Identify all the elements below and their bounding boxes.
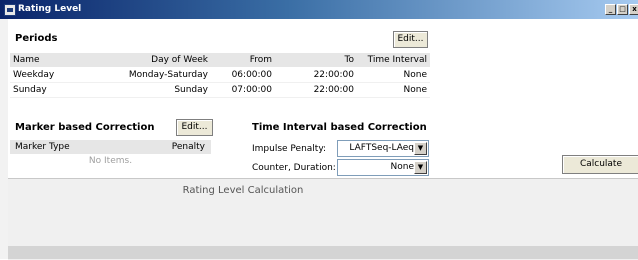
counter-duration-value: None xyxy=(390,162,414,172)
row-from: 07:00:00 xyxy=(231,85,272,95)
minimize-button[interactable]: _ xyxy=(605,4,616,15)
marker-empty-text: No Items. xyxy=(88,156,133,166)
chevron-down-icon[interactable]: ▼ xyxy=(414,161,427,174)
row-from: 06:00:00 xyxy=(231,70,272,80)
counter-duration-select[interactable]: None ▼ xyxy=(337,159,429,176)
calculate-button[interactable]: Calculate xyxy=(562,155,638,174)
marker-edit-button[interactable]: Edit... xyxy=(176,119,213,136)
impulse-penalty-value: LAFTSeq-LAeq xyxy=(349,143,414,153)
chevron-down-icon[interactable]: ▼ xyxy=(414,142,427,155)
column-header-time-interval[interactable]: Time Interval xyxy=(368,55,427,65)
marker-correction-heading: Marker based Correction xyxy=(15,122,155,133)
title-bar: Rating Level _ □ x xyxy=(0,0,638,19)
close-button[interactable]: x xyxy=(629,4,638,15)
window-title: Rating Level xyxy=(18,4,82,14)
column-header-penalty[interactable]: Penalty xyxy=(172,142,205,152)
status-strip xyxy=(8,246,638,259)
maximize-button[interactable]: □ xyxy=(617,4,628,15)
row-to: 22:00:00 xyxy=(313,70,354,80)
time-interval-correction-heading: Time Interval based Correction xyxy=(252,122,427,133)
row-name: Weekday xyxy=(13,70,55,80)
window-left-edge xyxy=(0,19,8,259)
column-header-from[interactable]: From xyxy=(250,55,272,65)
app-icon xyxy=(4,4,16,16)
calculation-title: Rating Level Calculation xyxy=(182,185,304,196)
impulse-penalty-select[interactable]: LAFTSeq-LAeq ▼ xyxy=(337,140,429,157)
periods-edit-button[interactable]: Edit... xyxy=(393,31,428,48)
table-row[interactable]: Weekday Monday-Saturday 06:00:00 22:00:0… xyxy=(10,68,430,83)
column-header-to[interactable]: To xyxy=(345,55,354,65)
periods-heading: Periods xyxy=(15,33,58,44)
periods-table-header: Name Day of Week From To Time Interval xyxy=(10,53,430,67)
row-name: Sunday xyxy=(13,85,47,95)
row-day-of-week: Sunday xyxy=(174,85,208,95)
row-time-interval: None xyxy=(403,85,427,95)
impulse-penalty-label: Impulse Penalty: xyxy=(252,144,327,154)
row-time-interval: None xyxy=(403,70,427,80)
table-row[interactable]: Sunday Sunday 07:00:00 22:00:00 None xyxy=(10,83,430,98)
counter-duration-label: Counter, Duration: xyxy=(252,163,336,173)
column-header-marker-type[interactable]: Marker Type xyxy=(15,142,70,152)
column-header-day-of-week[interactable]: Day of Week xyxy=(151,55,208,65)
marker-table-header: Marker Type Penalty xyxy=(10,140,211,154)
row-day-of-week: Monday-Saturday xyxy=(128,70,208,80)
column-header-name[interactable]: Name xyxy=(13,55,40,65)
row-to: 22:00:00 xyxy=(313,85,354,95)
